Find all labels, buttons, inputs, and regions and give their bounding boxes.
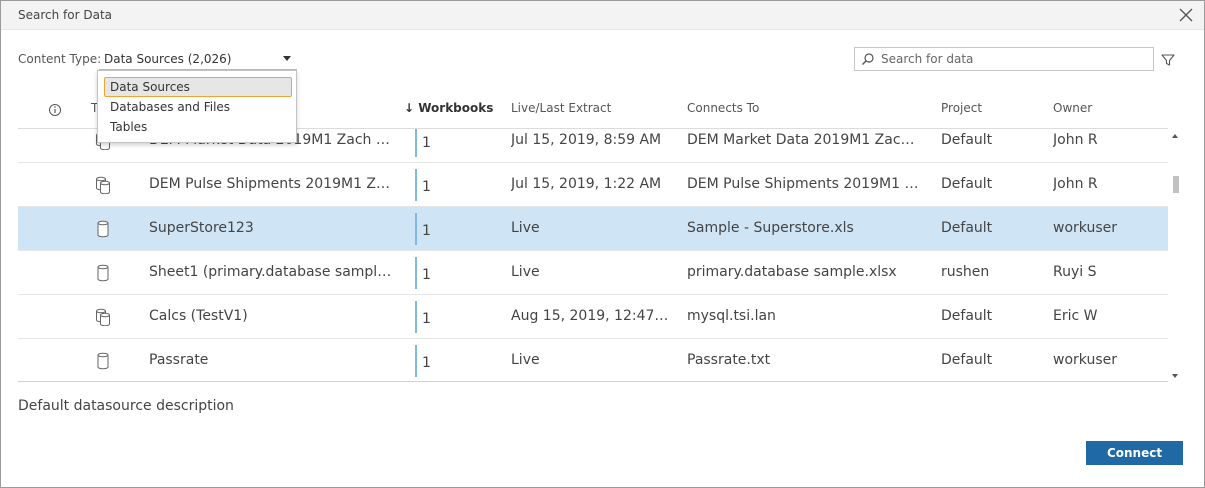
live-last-extract: Aug 15, 2019, 12:47 ...: [511, 308, 671, 324]
info-icon[interactable]: [48, 103, 62, 117]
title-bar: Search for Data: [1, 1, 1204, 30]
project: Default: [941, 176, 993, 192]
column-header-project[interactable]: Project: [941, 101, 982, 115]
datasource-name: Calcs (TestV1): [149, 308, 248, 324]
workbooks-divider: [415, 129, 417, 157]
workbooks-count: 1: [422, 135, 431, 151]
content-type-select[interactable]: Data Sources (2,026): [99, 48, 297, 70]
workbooks-count: 1: [422, 311, 431, 327]
table-row[interactable]: Calcs (TestV1) 1 Aug 15, 2019, 12:47 ... my…: [18, 295, 1168, 339]
live-last-extract: Live: [511, 264, 540, 280]
live-last-extract: Jul 15, 2019, 1:22 AM: [511, 176, 662, 192]
datasource-name: DEM Pulse Shipments 2019M1 Zac...: [149, 176, 393, 192]
datasource-name: Passrate: [149, 352, 209, 368]
search-icon: [862, 53, 874, 65]
close-icon[interactable]: [1176, 5, 1196, 25]
table-row[interactable]: DEM Pulse Shipments 2019M1 Zac... 1 Jul 15…: [18, 163, 1168, 207]
connects-to: Sample - Superstore.xls: [687, 220, 854, 236]
content-type-label: Content Type:: [18, 52, 102, 66]
live-last-extract: Jul 15, 2019, 8:59 AM: [511, 132, 662, 148]
connects-to: primary.database sample.xlsx: [687, 264, 897, 280]
connect-button[interactable]: Connect: [1086, 441, 1183, 465]
workbooks-count: 1: [422, 179, 431, 195]
workbooks-divider: [415, 169, 417, 201]
data-sources-table: DEM Market Data 2019M1 Zach wi...1Jul 15…: [18, 129, 1168, 382]
connects-to: DEM Market Data 2019M1 Zach ...: [687, 132, 923, 148]
workbooks-count: 1: [422, 223, 431, 239]
connects-to: mysql.tsi.lan: [687, 308, 776, 324]
search-for-data-dialog: Search for Data Content Type: Data Sourc…: [0, 0, 1205, 488]
scrollbar-thumb[interactable]: [1173, 176, 1179, 193]
datasource-description: Default datasource description: [18, 398, 234, 414]
search-box: [854, 47, 1154, 71]
scroll-down-icon[interactable]: [1172, 374, 1178, 378]
vertical-scrollbar[interactable]: [1168, 129, 1184, 382]
workbooks-divider: [415, 213, 417, 245]
owner: John R: [1053, 176, 1098, 192]
datasource-icon: [97, 352, 109, 370]
workbooks-divider: [415, 345, 417, 377]
live-last-extract: Live: [511, 220, 540, 236]
workbooks-count: 1: [422, 355, 431, 371]
chevron-down-icon: [283, 56, 291, 61]
content-type-option[interactable]: Tables: [104, 117, 292, 137]
datasource-icon: [97, 264, 109, 282]
owner: workuser: [1053, 352, 1117, 368]
content-type-dropdown: Data Sources Databases and Files Tables: [97, 70, 297, 143]
project: Default: [941, 132, 993, 148]
owner: John R: [1053, 132, 1098, 148]
column-header-connects-to[interactable]: Connects To: [687, 101, 759, 115]
multi-datasource-icon: [96, 308, 110, 326]
datasource-icon: [97, 220, 109, 238]
content-type-option[interactable]: Data Sources: [104, 77, 292, 97]
scroll-up-icon[interactable]: [1172, 134, 1178, 138]
connects-to: DEM Pulse Shipments 2019M1 Z...: [687, 176, 923, 192]
datasource-name: SuperStore123: [149, 220, 254, 236]
project: rushen: [941, 264, 990, 280]
search-input[interactable]: [881, 50, 1149, 68]
owner: Eric W: [1053, 308, 1098, 324]
live-last-extract: Live: [511, 352, 540, 368]
connects-to: Passrate.txt: [687, 352, 771, 368]
workbooks-count: 1: [422, 267, 431, 283]
project: Default: [941, 220, 993, 236]
workbooks-divider: [415, 301, 417, 333]
project: Default: [941, 308, 993, 324]
multi-datasource-icon: [96, 176, 110, 194]
filter-icon[interactable]: [1160, 52, 1176, 68]
column-header-owner[interactable]: Owner: [1053, 101, 1092, 115]
owner: Ruyi S: [1053, 264, 1097, 280]
dialog-title: Search for Data: [18, 8, 113, 22]
project: Default: [941, 352, 993, 368]
content-type-option[interactable]: Databases and Files: [104, 97, 292, 117]
column-header-workbooks[interactable]: ↓ Workbooks: [404, 101, 493, 115]
owner: workuser: [1053, 220, 1117, 236]
table-row[interactable]: SuperStore123 1 Live Sample - Superstore.xl…: [18, 207, 1168, 251]
datasource-name: Sheet1 (primary.database sample)...: [149, 264, 393, 280]
content-type-value: Data Sources (2,026): [104, 52, 232, 66]
table-row[interactable]: Sheet1 (primary.database sample)... 1 Live…: [18, 251, 1168, 295]
workbooks-divider: [415, 257, 417, 289]
table-row[interactable]: Passrate 1 Live Passrate.txt Default workuser: [18, 339, 1168, 381]
column-header-live-last-extract[interactable]: Live/Last Extract: [511, 101, 611, 115]
